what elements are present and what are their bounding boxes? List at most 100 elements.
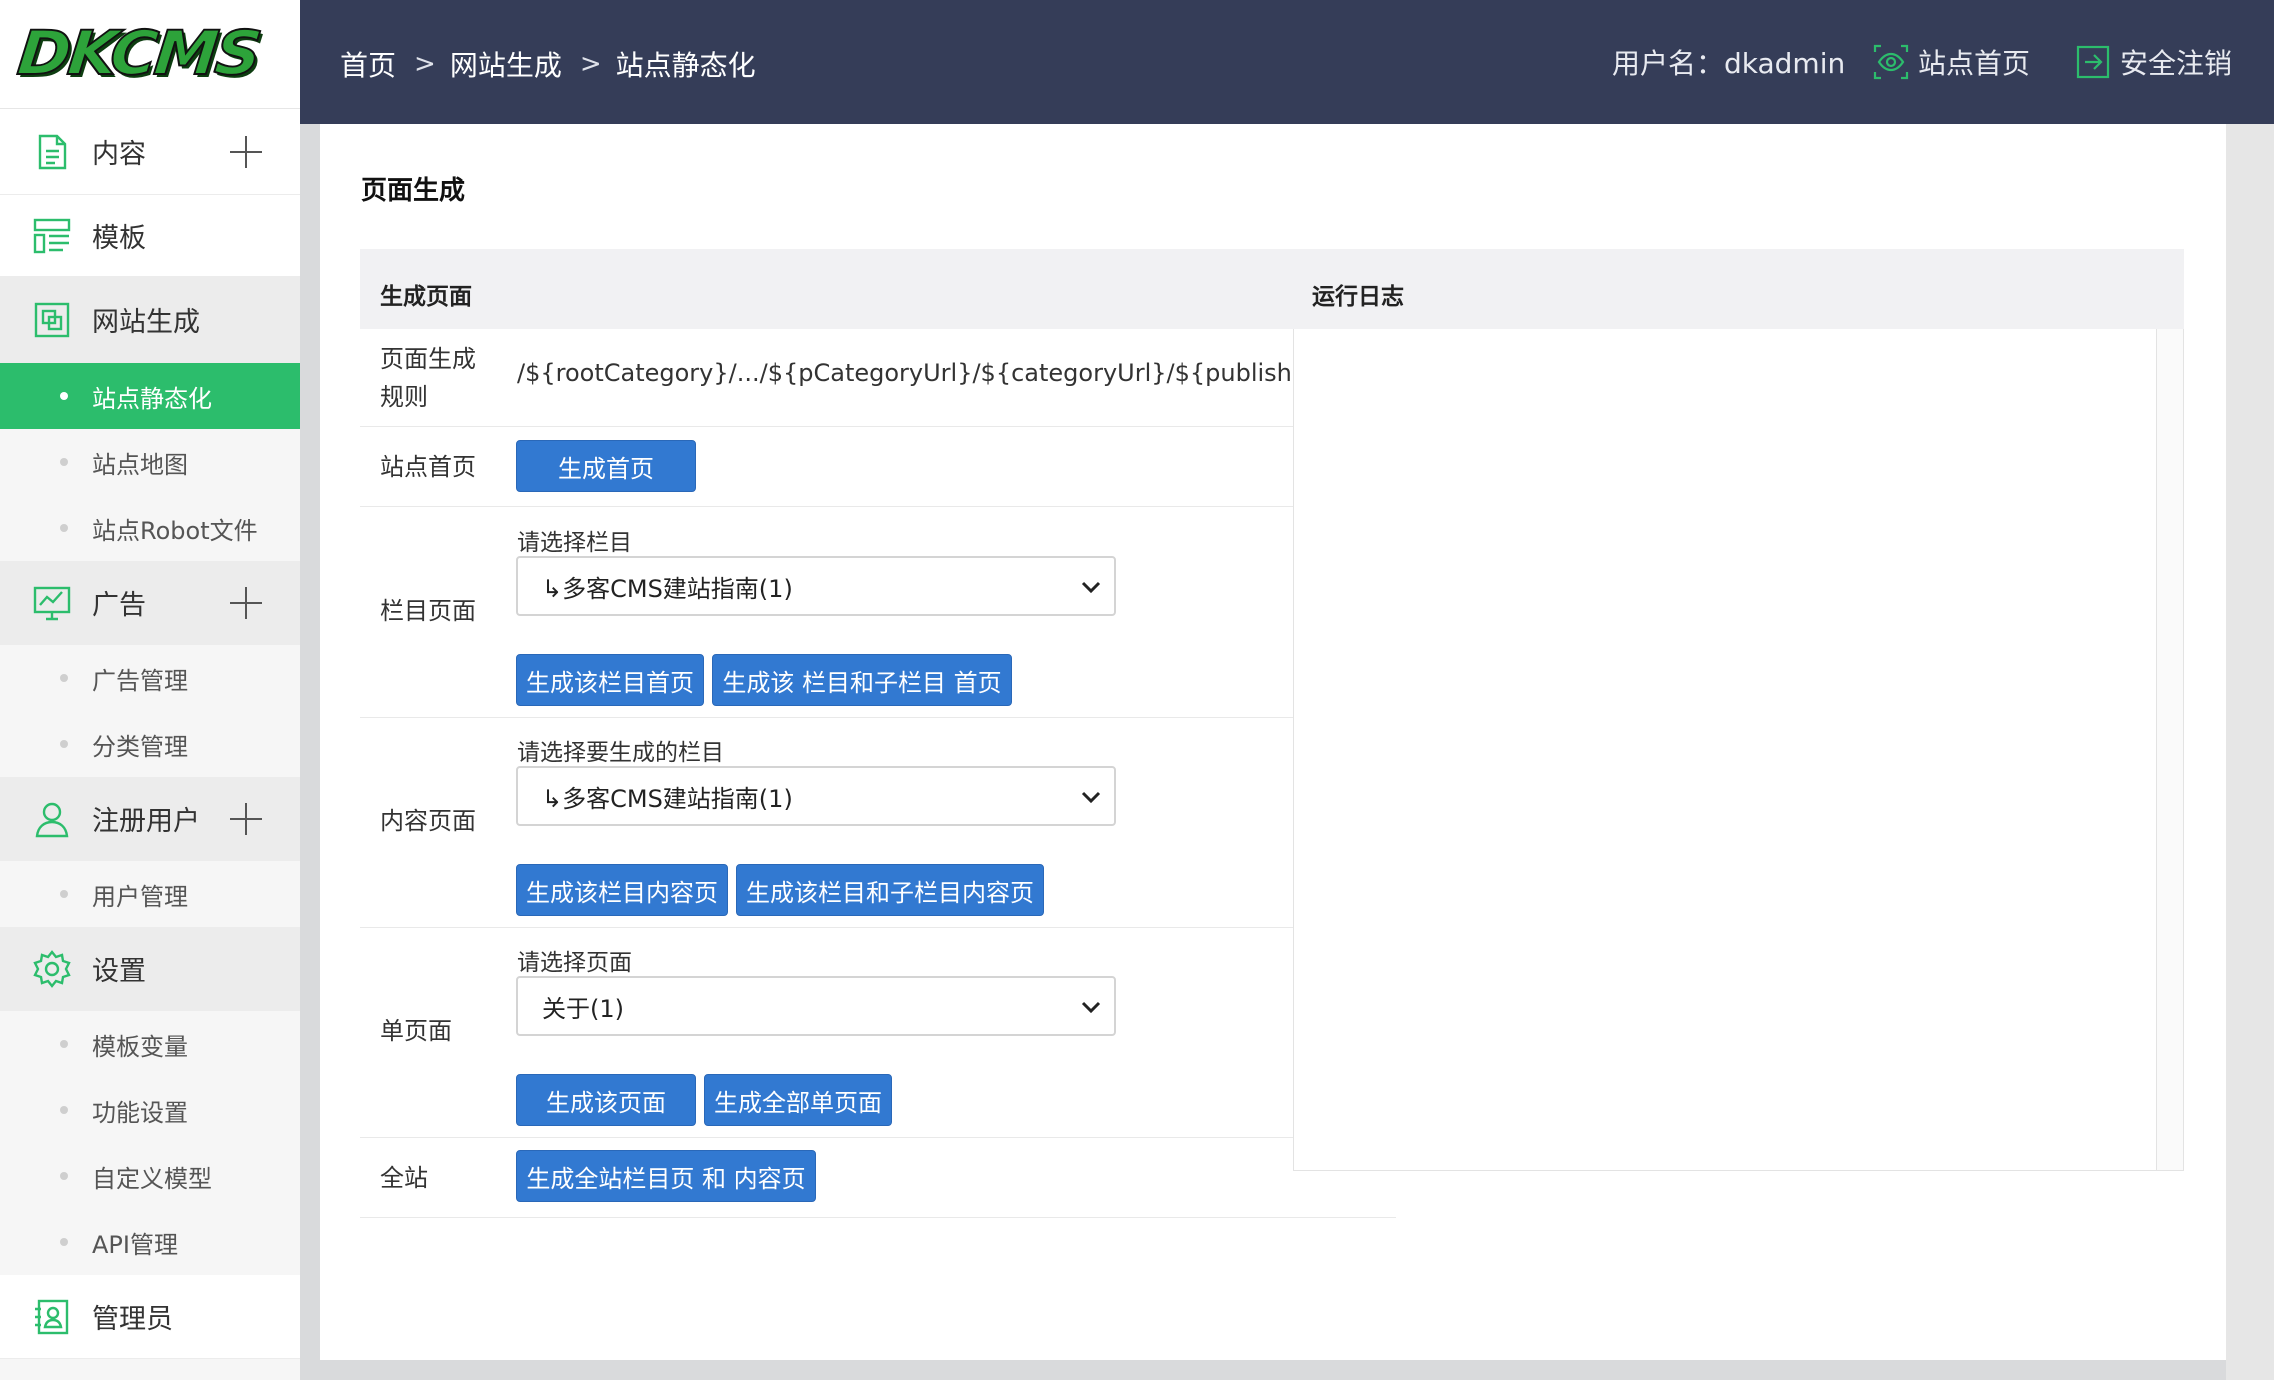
sidebar-item-robot[interactable]: 站点Robot文件 [0, 495, 300, 561]
sidebar-item-api-manage[interactable]: API管理 [0, 1209, 300, 1275]
sidebar-item-template-vars[interactable]: 模板变量 [0, 1011, 300, 1077]
sidebar-item-custom-model[interactable]: 自定义模型 [0, 1143, 300, 1209]
sidebar-item-site-static[interactable]: 站点静态化 [0, 363, 300, 429]
category-label: 栏目页面 [380, 597, 476, 625]
log-scrollbar[interactable] [2156, 329, 2183, 1170]
single-page-label: 单页面 [380, 1017, 452, 1045]
page-scrollbar[interactable] [2226, 124, 2274, 1380]
sub-label: 站点地图 [92, 450, 188, 479]
sidebar-item-user-manage[interactable]: 用户管理 [0, 861, 300, 927]
sidebar-item-sitemap[interactable]: 站点地图 [0, 429, 300, 495]
generate-home-button[interactable]: 生成首页 [516, 440, 696, 492]
menu-admin[interactable]: 管理员 [0, 1275, 300, 1359]
menu-registered-users[interactable]: 注册用户 [0, 777, 300, 861]
sidebar-item-ad-manage[interactable]: 广告管理 [0, 645, 300, 711]
logout-link[interactable]: 安全注销 [2074, 42, 2232, 82]
sub-label: 模板变量 [92, 1032, 188, 1061]
breadcrumb: 首页 > 网站生成 > 站点静态化 [340, 44, 756, 84]
single-select-label: 请选择页面 [517, 950, 632, 976]
bullet-icon [60, 740, 68, 748]
row-divider [360, 1137, 1293, 1138]
user-icon [32, 799, 72, 839]
breadcrumb-current: 站点静态化 [615, 49, 756, 82]
site-home-link[interactable]: 站点首页 [1872, 42, 2030, 82]
bullet-icon [60, 458, 68, 466]
generate-category-content-button[interactable]: 生成该栏目内容页 [516, 864, 728, 916]
home-label: 站点首页 [380, 453, 476, 481]
run-log-panel[interactable] [1293, 329, 2184, 1171]
bullet-icon [60, 1040, 68, 1048]
breadcrumb-site-generate[interactable]: 网站生成 [450, 44, 562, 84]
single-page-select[interactable]: 关于(1) [516, 976, 1116, 1036]
bullet-icon [60, 1172, 68, 1180]
bullet-icon [60, 524, 68, 532]
sidebar-item-function-settings[interactable]: 功能设置 [0, 1077, 300, 1143]
menu-site-generate[interactable]: 网站生成 [0, 277, 300, 363]
logout-icon [2076, 45, 2110, 79]
single-select-value: 关于(1) [542, 994, 624, 1023]
sidebar-item-category-manage[interactable]: 分类管理 [0, 711, 300, 777]
menu-content[interactable]: 内容 [0, 109, 300, 195]
menu-label: 模板 [92, 223, 146, 254]
generate-category-and-sub-content-button[interactable]: 生成该栏目和子栏目内容页 [736, 864, 1044, 916]
breadcrumb-separator: > [579, 49, 602, 79]
expand-plus-icon[interactable] [228, 585, 264, 621]
generate-category-home-button[interactable]: 生成该栏目首页 [516, 654, 704, 706]
menu-label: 网站生成 [92, 307, 200, 338]
chevron-down-icon [1081, 791, 1101, 804]
logout-label: 安全注销 [2120, 47, 2233, 80]
rule-value: /${rootCategory}/.../${pCategoryUrl}/${c… [517, 359, 1293, 387]
generate-category-and-sub-home-button[interactable]: 生成该 栏目和子栏目 首页 [712, 654, 1012, 706]
menu-ads[interactable]: 广告 [0, 561, 300, 645]
row-divider [360, 426, 1293, 427]
sidebar: DKCMS 内容 模板 网站生成 站点静态化 站点地图 站点Robot文件 广告… [0, 0, 300, 1380]
chevron-down-icon [1081, 1001, 1101, 1014]
content-select-label: 请选择要生成的栏目 [517, 740, 724, 766]
sub-label: 分类管理 [92, 732, 188, 761]
column-log-header: 运行日志 [1312, 284, 1404, 310]
gear-icon [32, 949, 72, 989]
generate-single-page-button[interactable]: 生成该页面 [516, 1074, 696, 1126]
table-header [360, 249, 2184, 329]
expand-plus-icon[interactable] [228, 134, 264, 170]
sub-label: API管理 [92, 1230, 178, 1259]
sub-label: 站点Robot文件 [92, 516, 258, 545]
menu-label: 广告 [92, 590, 146, 621]
column-generate-header: 生成页面 [380, 284, 472, 310]
chevron-down-icon [1081, 581, 1101, 594]
category-select[interactable]: ↳多客CMS建站指南(1) [516, 556, 1116, 616]
content-select[interactable]: ↳多客CMS建站指南(1) [516, 766, 1116, 826]
bullet-icon [60, 674, 68, 682]
rule-label: 页面生成规则 [380, 345, 476, 411]
sub-label: 站点静态化 [92, 384, 212, 413]
site-home-label: 站点首页 [1918, 47, 2031, 80]
breadcrumb-separator: > [414, 49, 436, 79]
username-label: 用户名：dkadmin [1612, 42, 1845, 82]
row-divider [360, 1217, 1396, 1218]
bullet-icon [60, 1106, 68, 1114]
sub-label: 自定义模型 [92, 1164, 212, 1193]
menu-settings[interactable]: 设置 [0, 927, 300, 1011]
bullet-icon [60, 890, 68, 898]
content-select-value: ↳多客CMS建站指南(1) [542, 784, 793, 813]
menu-label: 管理员 [92, 1304, 173, 1335]
category-select-value: ↳多客CMS建站指南(1) [542, 574, 793, 603]
generate-all-site-button[interactable]: 生成全站栏目页 和 内容页 [516, 1150, 816, 1202]
expand-plus-icon[interactable] [228, 801, 264, 837]
menu-label: 注册用户 [92, 806, 200, 837]
content-label: 内容页面 [380, 807, 476, 835]
sub-label: 广告管理 [92, 666, 188, 695]
menu-template[interactable]: 模板 [0, 195, 300, 277]
row-divider [360, 717, 1293, 718]
generate-all-single-pages-button[interactable]: 生成全部单页面 [704, 1074, 892, 1126]
row-divider [360, 506, 1293, 507]
username-text: 用户名：dkadmin [1612, 47, 1846, 80]
template-icon [32, 216, 72, 256]
menu-label: 内容 [92, 139, 146, 170]
document-icon [32, 132, 72, 172]
category-select-label: 请选择栏目 [517, 530, 632, 556]
logo-area[interactable]: DKCMS [0, 0, 300, 109]
chart-monitor-icon [32, 583, 72, 623]
all-site-label: 全站 [380, 1164, 428, 1192]
breadcrumb-home[interactable]: 首页 [340, 44, 396, 84]
